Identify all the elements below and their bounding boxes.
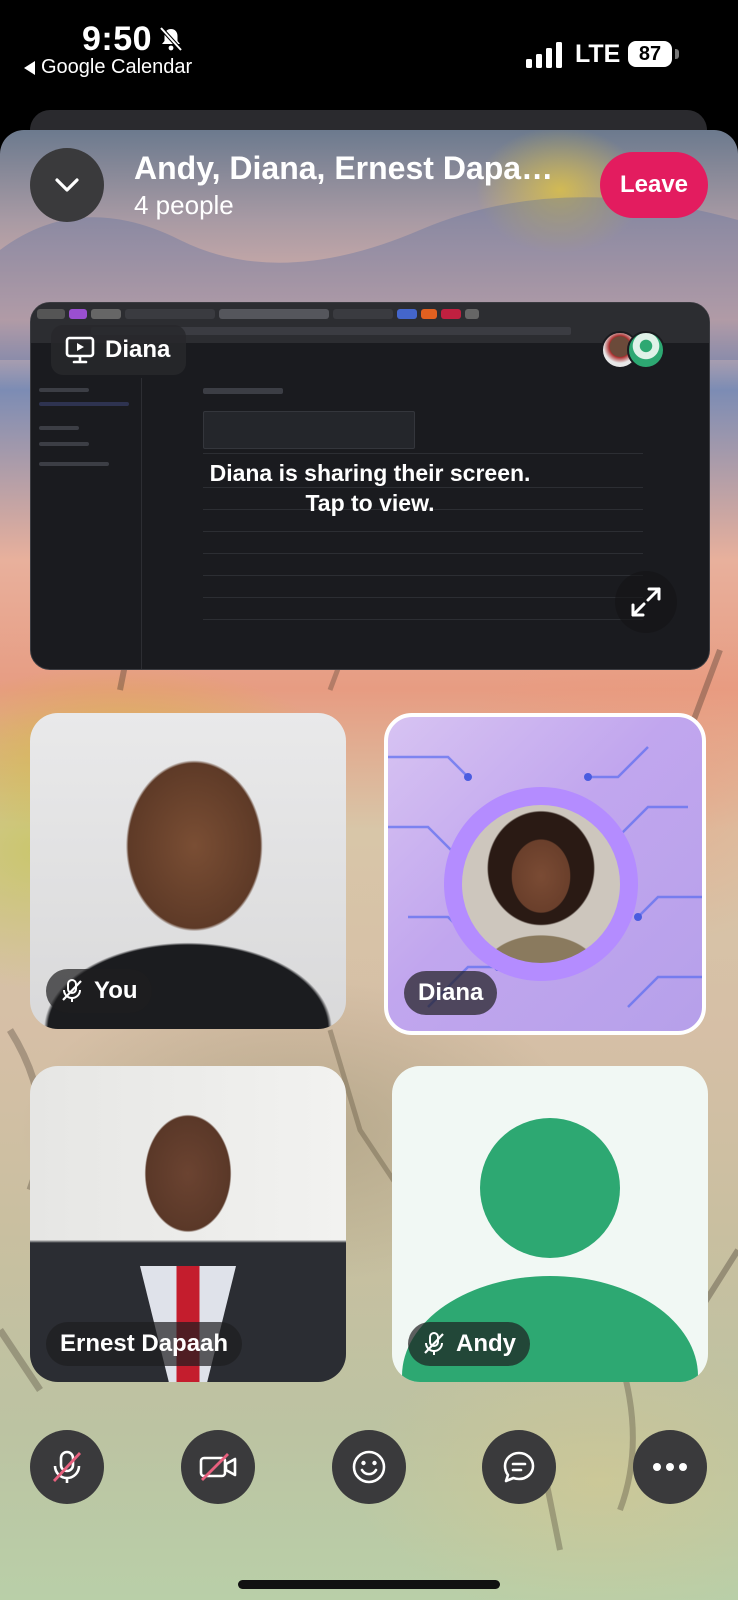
call-title[interactable]: Andy, Diana, Ernest Dapaah,... (134, 150, 564, 187)
shared-screen-sidebar (31, 378, 142, 669)
participant-name: Diana (418, 979, 484, 1006)
viewer-avatars (601, 331, 665, 369)
shared-row (203, 619, 643, 640)
avatar (462, 805, 620, 963)
chevron-down-icon (55, 178, 79, 192)
huddle-sheet: Andy, Diana, Ernest Dapaah,... 4 people … (0, 130, 738, 1600)
participant-label: Andy (408, 1322, 530, 1366)
expand-icon (631, 587, 661, 617)
avatar-head (480, 1118, 620, 1258)
share-message: Diana is sharing their screen. Tap to vi… (31, 458, 709, 518)
battery-cap (675, 49, 679, 59)
participant-name: Ernest Dapaah (60, 1330, 229, 1357)
shared-screen-tabs (37, 309, 479, 319)
collapse-button[interactable] (30, 148, 104, 222)
shared-sidebar-line (39, 388, 89, 392)
shared-tab (333, 309, 393, 319)
participant-label: Diana (404, 971, 498, 1015)
participant-count: 4 people (134, 190, 234, 220)
shared-tab (397, 309, 417, 319)
shared-tab (219, 309, 329, 319)
shared-tab (421, 309, 437, 319)
back-arrow-icon (24, 60, 35, 75)
share-message-line1: Diana is sharing their screen. (209, 460, 531, 486)
more-icon (653, 1463, 687, 1471)
status-bar: 9:50 Google Calendar LTE 87 (0, 0, 738, 110)
mute-button[interactable] (30, 1430, 104, 1504)
shared-card (203, 411, 415, 449)
chat-button[interactable] (482, 1430, 556, 1504)
mic-muted-icon (62, 979, 82, 1002)
mic-muted-icon (424, 1332, 444, 1355)
reactions-button[interactable] (332, 1430, 406, 1504)
participant-tile-diana[interactable]: Diana (384, 713, 706, 1035)
participant-name: You (94, 977, 138, 1004)
back-app-label: Google Calendar (41, 56, 193, 78)
expand-button[interactable] (615, 571, 677, 633)
call-controls (0, 1430, 738, 1510)
shared-tab (91, 309, 121, 319)
cellular-signal-icon (526, 42, 562, 68)
shared-tab (125, 309, 215, 319)
participant-label: Ernest Dapaah (46, 1322, 243, 1366)
shared-row (203, 553, 643, 574)
presenter-chip: Diana (51, 325, 187, 375)
battery-indicator: 87 (628, 41, 672, 67)
mic-muted-icon (52, 1450, 82, 1483)
share-message-line2: Tap to view. (305, 490, 435, 516)
chat-icon (503, 1451, 535, 1483)
shared-heading (203, 388, 283, 394)
shared-row (203, 597, 643, 618)
screen-share-tile[interactable]: Diana Diana is sharing their screen. Tap… (30, 302, 710, 670)
participant-label: You (46, 969, 152, 1013)
leave-button[interactable]: Leave (600, 152, 708, 218)
back-to-app-link[interactable]: Google Calendar (24, 56, 192, 79)
emoji-icon (352, 1450, 386, 1484)
shared-tab (465, 309, 479, 319)
shared-tab (441, 309, 461, 319)
camera-button[interactable] (181, 1430, 255, 1504)
participant-tile-you[interactable]: You (30, 713, 346, 1029)
participant-tile-andy[interactable]: Andy (392, 1066, 708, 1382)
shared-sidebar-line (39, 442, 89, 446)
presenter-name: Diana (105, 336, 171, 363)
home-indicator[interactable] (238, 1580, 500, 1589)
participant-name: Andy (456, 1330, 516, 1357)
shared-row (203, 531, 643, 552)
network-type: LTE (575, 40, 621, 68)
avatar (627, 331, 665, 369)
screen-share-icon (65, 336, 95, 364)
shared-sidebar-line (39, 402, 129, 406)
shared-tab (37, 309, 65, 319)
status-time: 9:50 (82, 20, 153, 58)
bell-off-icon (159, 26, 183, 52)
shared-sidebar-line (39, 426, 79, 430)
shared-tab (69, 309, 87, 319)
camera-off-icon (199, 1453, 237, 1481)
more-options-button[interactable] (633, 1430, 707, 1504)
participant-tile-ernest[interactable]: Ernest Dapaah (30, 1066, 346, 1382)
shared-row (203, 575, 643, 596)
